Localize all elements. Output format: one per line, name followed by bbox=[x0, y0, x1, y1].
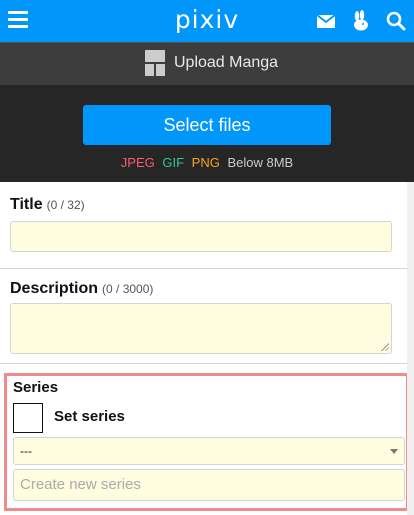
scrollbar[interactable] bbox=[407, 182, 414, 515]
upload-heading: Upload Manga bbox=[174, 54, 279, 71]
series-label: Series bbox=[13, 379, 59, 396]
create-new-series-input[interactable]: Create new series bbox=[13, 469, 405, 501]
series-section: Series Set series --- Create new series bbox=[4, 373, 409, 511]
title-label: Title (0 / 32) bbox=[10, 196, 85, 214]
top-bar: pixiv bbox=[0, 0, 414, 42]
description-label: Description (0 / 3000) bbox=[10, 280, 153, 298]
format-gif: GIF bbox=[162, 155, 185, 170]
description-section: Description (0 / 3000) bbox=[0, 269, 414, 363]
set-series-checkbox[interactable] bbox=[13, 403, 43, 433]
title-section: Title (0 / 32) bbox=[0, 182, 414, 268]
description-textarea[interactable] bbox=[10, 303, 392, 354]
manga-icon bbox=[145, 50, 165, 81]
divider bbox=[0, 363, 407, 364]
supported-formats: JPEG GIF PNG Below 8MB bbox=[0, 155, 414, 170]
description-count: (0 / 3000) bbox=[102, 282, 154, 296]
rabbit-icon[interactable] bbox=[350, 10, 372, 32]
title-count: (0 / 32) bbox=[46, 198, 85, 212]
upload-area: Select files JPEG GIF PNG Below 8MB bbox=[0, 85, 414, 182]
size-limit: Below 8MB bbox=[227, 155, 294, 170]
title-label-text: Title bbox=[10, 196, 43, 213]
set-series-label[interactable]: Set series bbox=[54, 408, 125, 425]
mail-icon[interactable] bbox=[315, 10, 337, 32]
format-png: PNG bbox=[191, 155, 220, 170]
chevron-down-icon bbox=[390, 449, 398, 454]
search-icon[interactable] bbox=[385, 10, 407, 32]
format-jpeg: JPEG bbox=[120, 155, 155, 170]
series-select-value: --- bbox=[20, 444, 32, 458]
description-label-text: Description bbox=[10, 280, 99, 297]
series-select[interactable]: --- bbox=[13, 437, 405, 465]
title-input[interactable] bbox=[10, 221, 392, 252]
select-files-button[interactable]: Select files bbox=[83, 105, 331, 145]
resize-handle-icon[interactable] bbox=[381, 343, 389, 351]
upload-header: Upload Manga bbox=[0, 42, 414, 85]
